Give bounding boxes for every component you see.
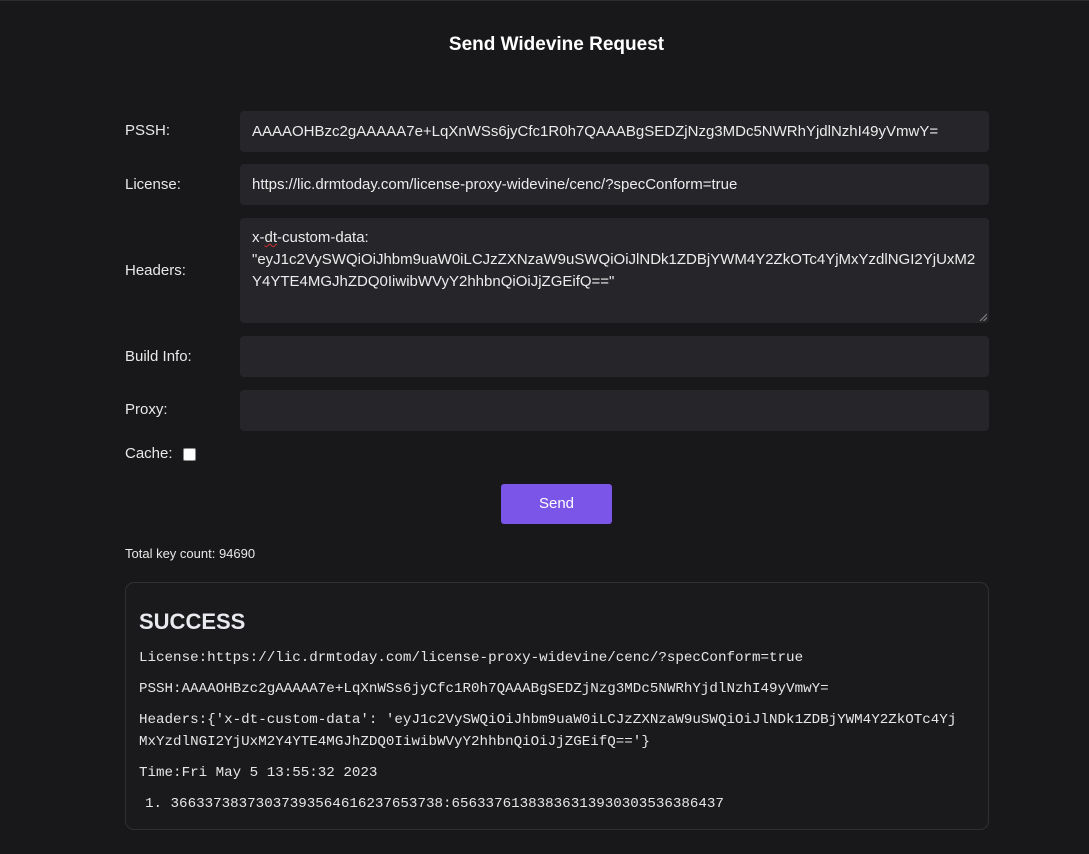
page: Send Widevine Request PSSH: AAAAOHBzc2gA… bbox=[0, 0, 1089, 854]
headers-label: Headers: bbox=[125, 262, 186, 279]
build-info-input[interactable] bbox=[240, 336, 989, 377]
resize-grip-icon[interactable] bbox=[979, 313, 987, 321]
key-item: 36633738373037393564616237653738:6563376… bbox=[170, 796, 724, 812]
result-headers-line-1: Headers:{'x-dt-custom-data': 'eyJ1c2VySW… bbox=[139, 712, 957, 728]
result-license-line: License:https://lic.drmtoday.com/license… bbox=[139, 650, 804, 666]
build-info-label: Build Info: bbox=[125, 348, 192, 365]
result-status: SUCCESS bbox=[139, 609, 246, 634]
pssh-label: PSSH: bbox=[125, 122, 171, 139]
cache-checkbox[interactable] bbox=[183, 448, 196, 461]
result-headers-line-2: MxYzdlNGI2YjUxM2Y4YTE4MGJhZDQ0IiwibWVyY2… bbox=[139, 734, 650, 750]
cache-label: Cache: bbox=[125, 445, 173, 462]
page-title: Send Widevine Request bbox=[448, 34, 665, 55]
proxy-label: Proxy: bbox=[125, 401, 168, 418]
proxy-input[interactable] bbox=[240, 390, 989, 431]
headers-text-rest: -custom-data: "eyJ1c2VySWQiOiJhbm9uaW0iL… bbox=[252, 229, 976, 290]
headers-text-misspelled: dt bbox=[264, 229, 278, 246]
key-index: 1. bbox=[145, 796, 171, 812]
headers-text-prefix: x- bbox=[252, 229, 265, 246]
result-panel: SUCCESS License:https://lic.drmtoday.com… bbox=[125, 582, 989, 830]
pssh-input[interactable]: AAAAOHBzc2gAAAAA7e+LqXnWSs6jyCfc1R0h7QAA… bbox=[240, 111, 989, 152]
license-input[interactable]: https://lic.drmtoday.com/license-proxy-w… bbox=[240, 164, 989, 205]
result-time-line: Time:Fri May 5 13:55:32 2023 bbox=[139, 765, 378, 781]
headers-textarea[interactable]: x-dt-custom-data: "eyJ1c2VySWQiOiJhbm9ua… bbox=[240, 218, 989, 323]
send-button[interactable]: Send bbox=[501, 484, 612, 524]
license-label: License: bbox=[125, 176, 181, 193]
result-pssh-line: PSSH:AAAAOHBzc2gAAAAA7e+LqXnWSs6jyCfc1R0… bbox=[139, 681, 829, 697]
result-key-list: 1. 36633738373037393564616237653738:6563… bbox=[145, 793, 724, 815]
total-key-count: Total key count: 94690 bbox=[125, 546, 256, 561]
